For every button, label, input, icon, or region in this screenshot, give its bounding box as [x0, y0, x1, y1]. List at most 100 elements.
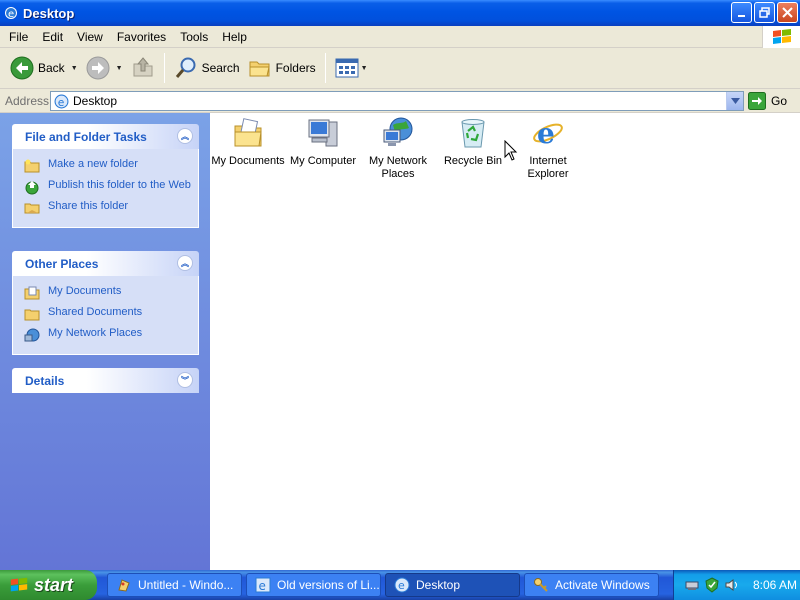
- up-folder-icon: [133, 57, 153, 77]
- recycle-bin-icon: [461, 119, 485, 148]
- minimize-button[interactable]: [731, 2, 752, 23]
- restore-icon: [759, 7, 770, 18]
- task-make-new-folder[interactable]: Make a new folder: [24, 158, 198, 174]
- taskbar-button-label: Desktop: [416, 578, 461, 592]
- desktop-item-network-places[interactable]: My Network Places: [360, 116, 436, 181]
- clock[interactable]: 8:06 AM: [753, 578, 797, 592]
- new-folder-icon: [24, 159, 40, 173]
- menu-help[interactable]: Help: [215, 28, 254, 46]
- svg-text:e: e: [58, 95, 65, 108]
- network-tray-icon[interactable]: [684, 578, 700, 592]
- address-label: Address: [5, 93, 50, 108]
- go-arrow-icon: [748, 92, 766, 110]
- up-folder-button[interactable]: [127, 51, 159, 85]
- desktop-item-recycle-bin[interactable]: Recycle Bin: [435, 116, 511, 168]
- go-button[interactable]: Go: [748, 91, 796, 111]
- address-bar: Address e Desktop Go: [0, 89, 800, 113]
- desktop-item-label: Recycle Bin: [443, 155, 503, 167]
- forward-button[interactable]: ▼: [82, 51, 127, 85]
- taskbar-button-activate-windows[interactable]: Activate Windows: [524, 573, 659, 597]
- address-value: Desktop: [73, 94, 118, 108]
- paint-icon: [118, 579, 130, 592]
- minimize-icon: [737, 14, 745, 17]
- collapse-icon[interactable]: ︽: [177, 255, 193, 271]
- system-tray: 8:06 AM: [673, 570, 800, 600]
- menu-favorites[interactable]: Favorites: [110, 28, 173, 46]
- task-share-folder[interactable]: Share this folder: [24, 200, 198, 216]
- panel-title: Other Places: [25, 256, 99, 271]
- menu-tools[interactable]: Tools: [173, 28, 215, 46]
- task-publish-to-web[interactable]: Publish this folder to the Web: [24, 179, 198, 195]
- taskbar-button-old-versions[interactable]: e Old versions of Li...: [246, 573, 381, 597]
- volume-icon[interactable]: [724, 577, 740, 593]
- folders-icon: [249, 61, 270, 77]
- file-folder-tasks-panel: File and Folder Tasks ︽ Make a new folde…: [12, 124, 199, 228]
- place-label: Shared Documents: [48, 306, 143, 318]
- start-label: start: [34, 574, 74, 595]
- views-dropdown-icon[interactable]: ▼: [361, 65, 368, 72]
- address-dropdown-button[interactable]: [726, 92, 743, 110]
- internet-explorer-icon: e: [394, 577, 410, 593]
- close-button[interactable]: [777, 2, 798, 23]
- menu-edit[interactable]: Edit: [35, 28, 70, 46]
- panel-title: File and Folder Tasks: [25, 129, 147, 144]
- menu-bar: File Edit View Favorites Tools Help: [0, 26, 800, 48]
- publish-web-icon: [25, 181, 39, 195]
- place-my-documents[interactable]: My Documents: [24, 285, 198, 301]
- taskbar-button-label: Activate Windows: [555, 578, 650, 592]
- windows-logo-icon: [10, 577, 28, 592]
- place-label: My Documents: [48, 285, 122, 297]
- menu-file[interactable]: File: [2, 28, 35, 46]
- taskbar-button-untitled[interactable]: Untitled - Windo...: [107, 573, 242, 597]
- desktop-item-label: My Computer: [289, 155, 357, 167]
- address-input[interactable]: e Desktop: [50, 91, 744, 111]
- task-pane: File and Folder Tasks ︽ Make a new folde…: [0, 113, 210, 570]
- panel-title: Details: [25, 373, 65, 388]
- internet-explorer-icon: e: [54, 94, 69, 108]
- security-shield-icon[interactable]: [704, 577, 720, 593]
- internet-explorer-icon: e: [533, 117, 563, 150]
- toolbar-separator: [163, 53, 165, 83]
- taskbar-button-label: Untitled - Windo...: [138, 578, 234, 592]
- views-icon: [335, 58, 359, 78]
- desktop-item-internet-explorer[interactable]: e Internet Explorer: [510, 116, 586, 181]
- taskbar: start Untitled - Windo... e Old versions…: [0, 570, 800, 600]
- folders-button[interactable]: Folders: [244, 51, 320, 85]
- taskbar-button-desktop[interactable]: e Desktop: [385, 573, 520, 597]
- toolbar-separator: [324, 53, 326, 83]
- menu-view[interactable]: View: [70, 28, 110, 46]
- details-header[interactable]: Details ︾: [12, 368, 199, 393]
- details-panel: Details ︾: [12, 368, 199, 393]
- desktop-item-label: My Network Places: [368, 155, 428, 180]
- other-places-header[interactable]: Other Places ︽: [12, 251, 199, 276]
- search-icon: [175, 57, 196, 78]
- close-icon: [782, 7, 793, 18]
- svg-text:e: e: [398, 579, 405, 592]
- internet-explorer-icon: e: [255, 577, 271, 593]
- svg-text:e: e: [537, 117, 555, 150]
- desktop-item-my-documents[interactable]: My Documents: [210, 116, 286, 168]
- views-button[interactable]: ▼: [331, 51, 372, 85]
- my-documents-icon: [234, 118, 262, 147]
- task-label: Make a new folder: [48, 158, 138, 170]
- folders-label: Folders: [275, 61, 316, 75]
- search-label: Search: [201, 61, 240, 75]
- back-dropdown-icon[interactable]: ▼: [71, 65, 78, 72]
- task-label: Share this folder: [48, 200, 129, 212]
- search-button[interactable]: Search: [170, 51, 244, 85]
- place-shared-documents[interactable]: Shared Documents: [24, 306, 198, 322]
- expand-icon[interactable]: ︾: [177, 372, 193, 388]
- file-folder-tasks-header[interactable]: File and Folder Tasks ︽: [12, 124, 199, 149]
- restore-button[interactable]: [754, 2, 775, 23]
- other-places-panel: Other Places ︽ My Documents Shared Docum…: [12, 251, 199, 355]
- forward-dropdown-icon[interactable]: ▼: [116, 65, 123, 72]
- start-button[interactable]: start: [0, 570, 97, 600]
- place-network-places[interactable]: My Network Places: [24, 327, 198, 343]
- desktop-item-my-computer[interactable]: My Computer: [285, 116, 361, 168]
- my-documents-icon: [24, 286, 40, 300]
- shared-documents-icon: [24, 309, 40, 321]
- mouse-pointer-icon: [504, 140, 518, 161]
- window-title: Desktop: [23, 5, 75, 21]
- back-button[interactable]: Back ▼: [6, 51, 82, 85]
- collapse-icon[interactable]: ︽: [177, 128, 193, 144]
